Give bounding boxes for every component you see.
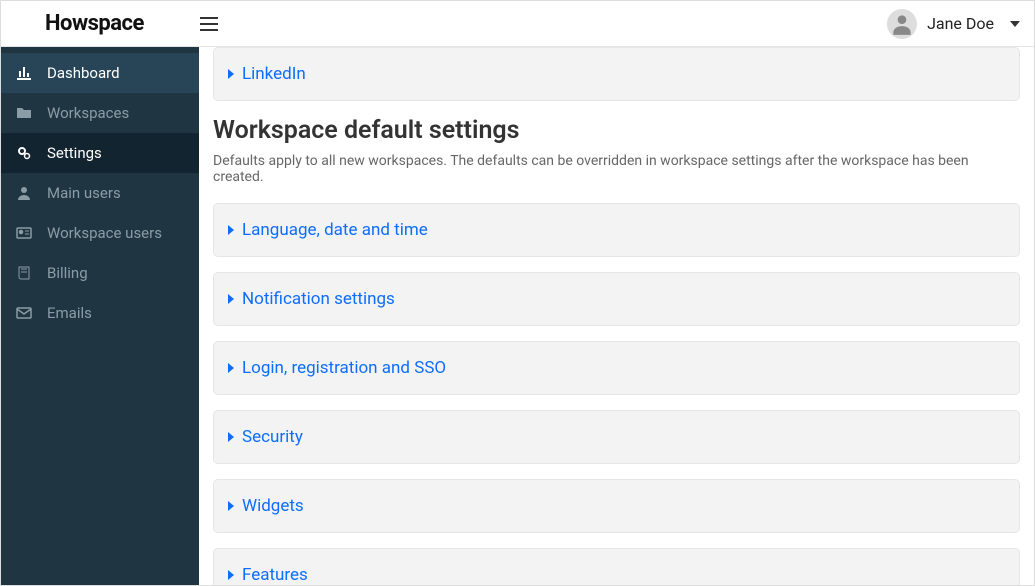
main-content: LinkedIn Workspace default settings Defa… <box>199 47 1034 585</box>
panel-widgets[interactable]: Widgets <box>213 479 1020 533</box>
panel-title: Security <box>228 427 1005 447</box>
panel-title: LinkedIn <box>228 64 1005 84</box>
caret-right-icon <box>228 570 234 580</box>
user-menu[interactable]: Jane Doe <box>887 9 1020 39</box>
panel-title: Language, date and time <box>228 220 1005 240</box>
hamburger-icon[interactable] <box>200 14 220 34</box>
panel-label: LinkedIn <box>242 64 306 84</box>
sidebar-item-label: Emails <box>47 304 92 322</box>
panel-features[interactable]: Features <box>213 548 1020 585</box>
body: Dashboard Workspaces Settings Main users <box>1 47 1034 585</box>
sidebar-item-dashboard[interactable]: Dashboard <box>1 53 199 93</box>
panel-language[interactable]: Language, date and time <box>213 203 1020 257</box>
sidebar-item-label: Billing <box>47 264 88 282</box>
sidebar-item-workspaces[interactable]: Workspaces <box>1 93 199 133</box>
sidebar-item-workspace-users[interactable]: Workspace users <box>1 213 199 253</box>
caret-right-icon <box>228 432 234 442</box>
sidebar-item-label: Workspace users <box>47 224 162 242</box>
chart-icon <box>15 65 33 81</box>
panel-security[interactable]: Security <box>213 410 1020 464</box>
sidebar-item-label: Settings <box>47 144 102 162</box>
book-icon <box>15 265 33 281</box>
sidebar-item-label: Dashboard <box>47 64 120 82</box>
sidebar-item-label: Workspaces <box>47 104 129 122</box>
panel-login[interactable]: Login, registration and SSO <box>213 341 1020 395</box>
id-card-icon <box>15 225 33 241</box>
panel-title: Features <box>228 565 1005 585</box>
caret-right-icon <box>228 363 234 373</box>
sidebar: Dashboard Workspaces Settings Main users <box>1 47 199 585</box>
user-name: Jane Doe <box>927 14 994 33</box>
caret-right-icon <box>228 225 234 235</box>
folder-icon <box>15 105 33 121</box>
panel-label: Notification settings <box>242 289 395 309</box>
caret-right-icon <box>228 69 234 79</box>
panel-title: Widgets <box>228 496 1005 516</box>
topbar: Howspace Jane Doe <box>1 1 1034 47</box>
section-title: Workspace default settings <box>213 116 1020 145</box>
panel-label: Features <box>242 565 308 585</box>
panel-linkedin[interactable]: LinkedIn <box>213 47 1020 101</box>
sidebar-item-emails[interactable]: Emails <box>1 293 199 333</box>
panel-label: Security <box>242 427 303 447</box>
user-icon <box>15 185 33 201</box>
sidebar-item-settings[interactable]: Settings <box>1 133 199 173</box>
caret-right-icon <box>228 294 234 304</box>
panel-label: Language, date and time <box>242 220 428 240</box>
gears-icon <box>15 145 33 161</box>
sidebar-item-label: Main users <box>47 184 121 202</box>
panel-title: Login, registration and SSO <box>228 358 1005 378</box>
sidebar-item-main-users[interactable]: Main users <box>1 173 199 213</box>
panel-label: Login, registration and SSO <box>242 358 446 378</box>
caret-right-icon <box>228 501 234 511</box>
panel-notifications[interactable]: Notification settings <box>213 272 1020 326</box>
avatar-icon <box>887 9 917 39</box>
brand-logo[interactable]: Howspace <box>45 11 144 36</box>
section-description: Defaults apply to all new workspaces. Th… <box>213 153 1020 185</box>
panel-title: Notification settings <box>228 289 1005 309</box>
caret-down-icon <box>1010 21 1020 27</box>
app-root: Howspace Jane Doe Dashboard <box>0 0 1035 586</box>
panel-label: Widgets <box>242 496 304 516</box>
envelope-icon <box>15 305 33 321</box>
sidebar-item-billing[interactable]: Billing <box>1 253 199 293</box>
